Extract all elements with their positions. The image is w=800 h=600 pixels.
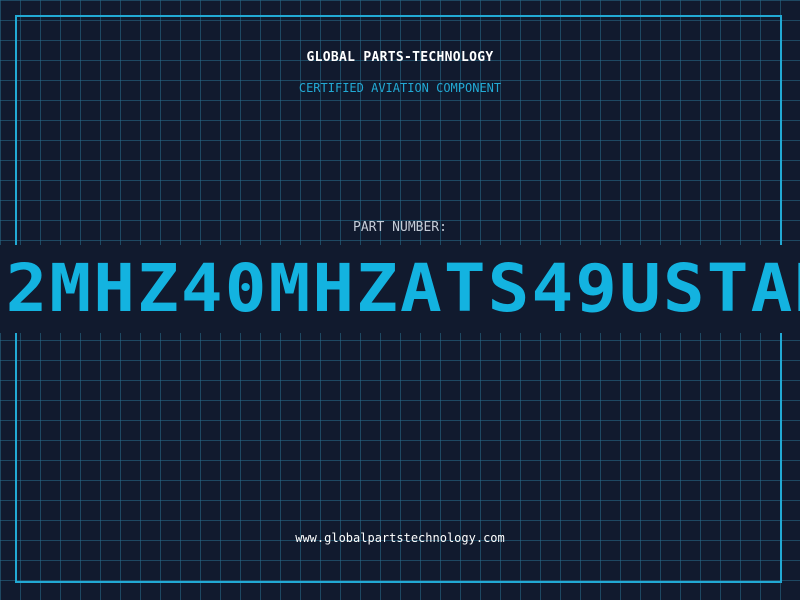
part-label-canvas: GLOBAL PARTS-TECHNOLOGY CERTIFIED AVIATI… [0, 0, 800, 600]
part-number-value: 4.9152MHZ40MHZATS49USTANDARD [0, 250, 800, 327]
company-tagline: CERTIFIED AVIATION COMPONENT [298, 81, 502, 95]
part-number-band: 4.9152MHZ40MHZATS49USTANDARD [0, 245, 800, 333]
company-title: GLOBAL PARTS-TECHNOLOGY [306, 50, 494, 65]
website-url: www.globalpartstechnology.com [295, 531, 505, 545]
part-number-label: PART NUMBER: [353, 220, 447, 235]
